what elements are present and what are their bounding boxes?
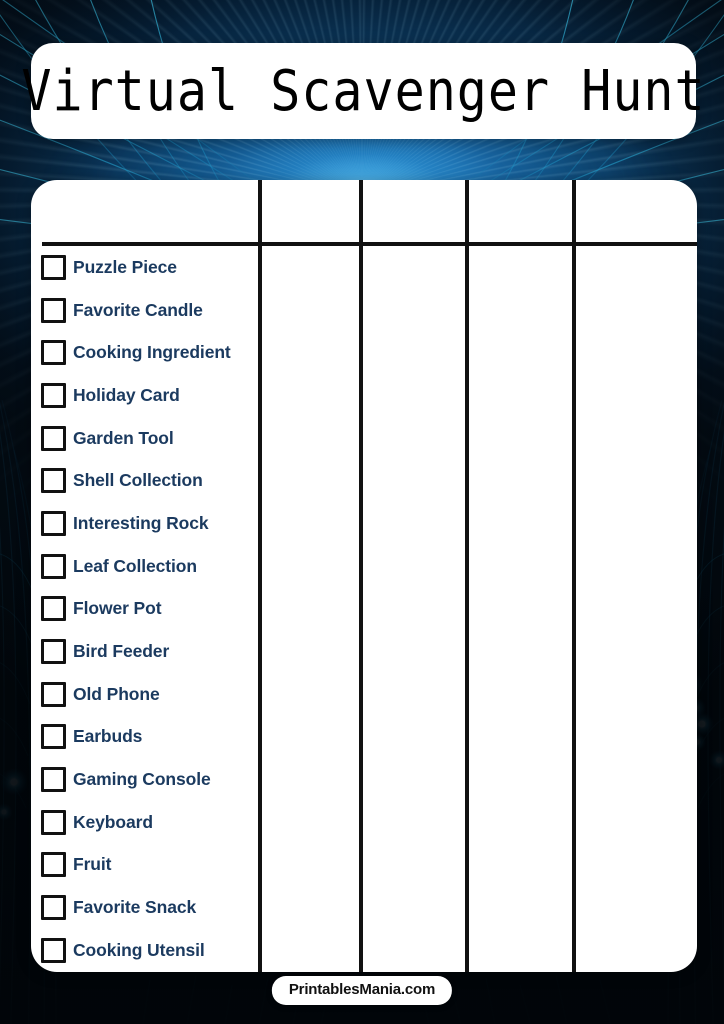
page-title: Virtual Scavenger Hunt [21, 58, 706, 124]
checklist-row[interactable]: Interesting Rock [31, 502, 260, 545]
checkbox-icon[interactable] [41, 681, 66, 707]
checkbox-icon[interactable] [41, 382, 66, 408]
checklist-item-label: Earbuds [73, 726, 143, 747]
table-header-row [31, 180, 697, 242]
checkbox-icon[interactable] [41, 553, 66, 579]
checklist-item-label: Interesting Rock [73, 512, 209, 533]
checklist-row[interactable]: Earbuds [31, 716, 260, 759]
checklist-table-card: Puzzle Piece Favorite Candle Cooking Ingr… [31, 180, 697, 972]
checklist-row[interactable]: Keyboard [31, 801, 260, 844]
column-divider-4 [572, 180, 576, 972]
checkbox-icon[interactable] [41, 297, 66, 323]
checklist-item-label: Shell Collection [73, 470, 203, 491]
checklist-item-label: Old Phone [73, 683, 160, 704]
checkbox-icon[interactable] [41, 340, 66, 366]
checkbox-icon[interactable] [41, 510, 66, 536]
checklist-item-label: Favorite Candle [73, 299, 203, 320]
checkbox-icon[interactable] [41, 937, 66, 963]
column-divider-2 [359, 180, 363, 972]
printable-page: Virtual Scavenger Hunt Puzzle Piece Favo… [0, 0, 724, 1024]
checklist-row[interactable]: Favorite Snack [31, 886, 260, 929]
checklist-item-label: Bird Feeder [73, 641, 170, 662]
title-card: Virtual Scavenger Hunt [21, 43, 705, 139]
checklist-item-label: Garden Tool [73, 427, 174, 448]
checklist-item-label: Puzzle Piece [73, 256, 177, 277]
checkbox-icon[interactable] [41, 724, 66, 750]
checkbox-icon[interactable] [41, 852, 66, 878]
watermark-text: PrintablesMania.com [288, 981, 436, 998]
checklist-row[interactable]: Bird Feeder [31, 630, 260, 673]
checklist-item-label: Gaming Console [73, 769, 211, 790]
checklist-item-label: Favorite Snack [73, 897, 197, 918]
checklist-row[interactable]: Flower Pot [31, 588, 260, 631]
checkbox-icon[interactable] [41, 254, 66, 280]
checklist-item-label: Flower Pot [73, 598, 162, 619]
checkbox-icon[interactable] [41, 895, 66, 921]
checkbox-icon[interactable] [41, 468, 66, 494]
column-divider-3 [465, 180, 469, 972]
checkbox-icon[interactable] [41, 639, 66, 665]
checklist-item-label: Keyboard [73, 811, 153, 832]
checklist-item-label: Holiday Card [73, 384, 180, 405]
checklist: Puzzle Piece Favorite Candle Cooking Ingr… [31, 246, 260, 972]
checkbox-icon[interactable] [41, 425, 66, 451]
checklist-item-label: Leaf Collection [73, 555, 197, 576]
checklist-row[interactable]: Holiday Card [31, 374, 260, 417]
checklist-row[interactable]: Gaming Console [31, 758, 260, 801]
checkbox-icon[interactable] [41, 596, 66, 622]
checklist-row[interactable]: Garden Tool [31, 417, 260, 460]
checklist-item-label: Fruit [73, 854, 112, 875]
checklist-row[interactable]: Puzzle Piece [31, 246, 260, 289]
checklist-row[interactable]: Cooking Utensil [31, 929, 260, 972]
checkbox-icon[interactable] [41, 809, 66, 835]
checklist-row[interactable]: Favorite Candle [31, 289, 260, 332]
checklist-row[interactable]: Old Phone [31, 673, 260, 716]
checklist-row[interactable]: Leaf Collection [31, 545, 260, 588]
checkbox-icon[interactable] [41, 767, 66, 793]
checklist-row[interactable]: Cooking Ingredient [31, 331, 260, 374]
checklist-row[interactable]: Fruit [31, 844, 260, 887]
checklist-item-label: Cooking Utensil [73, 939, 205, 960]
checklist-item-label: Cooking Ingredient [73, 342, 231, 363]
watermark-badge[interactable]: PrintablesMania.com [271, 976, 453, 1005]
checklist-row[interactable]: Shell Collection [31, 459, 260, 502]
